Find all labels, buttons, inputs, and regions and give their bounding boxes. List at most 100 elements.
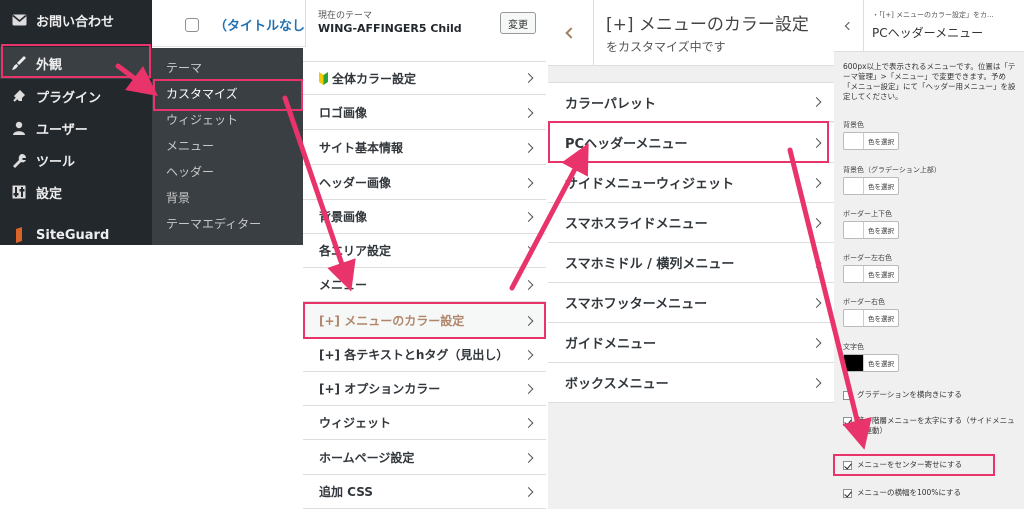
submenu-theme-editor[interactable]: テーマエディター: [166, 215, 261, 232]
item-label: カラーパレット: [565, 96, 656, 112]
menu-item-background-image[interactable]: 背景画像: [303, 200, 546, 234]
check-bold-first-level[interactable]: 第一階層メニューを太字にする（サイドメニュー連動）: [843, 416, 1019, 436]
color-swatch: [844, 133, 864, 149]
item-label: ヘッダー画像: [319, 176, 392, 190]
section-item-sp-footer[interactable]: スマホフッターメニュー: [548, 283, 834, 323]
section-item-palette[interactable]: カラーパレット: [548, 82, 834, 122]
section-item-guide[interactable]: ガイドメニュー: [548, 323, 834, 363]
chevron-right-icon: [811, 217, 822, 228]
menu-item-homepage[interactable]: ホームページ設定: [303, 441, 546, 475]
item-label: スマホフッターメニュー: [565, 297, 708, 312]
menu-item-text-headings[interactable]: [+] 各テキストとhタグ（見出し）: [303, 338, 546, 372]
color-swatch: [844, 222, 864, 238]
brush-icon: [11, 55, 27, 71]
chevron-right-icon: [811, 377, 822, 388]
nav-siteguard-label: SiteGuard: [36, 227, 110, 243]
color-swatch: [844, 310, 864, 326]
menu-item-logo[interactable]: ロゴ画像: [303, 96, 546, 130]
chevron-right-icon: [523, 73, 534, 83]
post-row-checkbox[interactable]: [185, 18, 199, 32]
nav-siteguard[interactable]: SiteGuard: [0, 219, 152, 251]
menu-item-header-image[interactable]: ヘッダー画像: [303, 166, 546, 200]
check-center-menu[interactable]: メニューをセンター寄せにする: [843, 460, 962, 470]
color-select-label: 色を選択: [868, 360, 894, 368]
item-label: メニュー: [319, 278, 368, 292]
menu-item-additional-css[interactable]: 追加 CSS: [303, 475, 546, 509]
nav-tools[interactable]: ツール: [0, 144, 152, 176]
item-label: [+] オプションカラー: [319, 382, 441, 396]
menu-item-menu[interactable]: メニュー: [303, 268, 546, 302]
item-label: [+] メニューのカラー設定: [319, 314, 465, 328]
chevron-right-icon: [811, 137, 822, 148]
nav-appearance[interactable]: 外観: [0, 47, 152, 79]
menu-item-menu-color[interactable]: [+] メニューのカラー設定: [303, 304, 546, 338]
color-swatch: [844, 178, 864, 194]
item-label: グラデーションを横向きにする: [857, 390, 962, 399]
wp-admin-pane: お問い合わせ 外観 プラグイン ユーザー ツール 設定 SiteGuard テー…: [0, 0, 548, 509]
check-gradient-horizontal[interactable]: グラデーションを横向きにする: [843, 390, 962, 400]
color-picker-text[interactable]: 色を選択: [843, 354, 899, 372]
nav-users[interactable]: ユーザー: [0, 112, 152, 144]
color-picker-bg[interactable]: 色を選択: [843, 132, 899, 150]
chevron-right-icon: [811, 257, 822, 268]
panel-back-button[interactable]: [834, 0, 864, 52]
checkbox[interactable]: [843, 461, 852, 470]
chevron-right-icon: [523, 279, 534, 290]
section-item-pc-header[interactable]: PCヘッダーメニュー: [548, 123, 834, 163]
item-label: サイドメニューウィジェット: [565, 177, 735, 192]
change-theme-button[interactable]: 変更: [500, 12, 536, 34]
nav-plugins-label: プラグイン: [36, 90, 102, 106]
post-title-link[interactable]: （タイトルなし）: [214, 15, 318, 34]
color-select-label: 色を選択: [868, 271, 894, 279]
back-button[interactable]: [548, 0, 594, 66]
chevron-right-icon: [523, 107, 534, 118]
submenu-customize[interactable]: カスタマイズ: [166, 85, 238, 102]
mail-icon: [11, 12, 27, 28]
chevron-right-icon: [523, 315, 534, 326]
submenu-menus[interactable]: メニュー: [166, 137, 214, 154]
color-picker-border-tb[interactable]: 色を選択: [843, 221, 899, 239]
submenu-widgets[interactable]: ウィジェット: [166, 111, 238, 128]
nav-users-label: ユーザー: [36, 122, 88, 138]
submenu-background[interactable]: 背景: [166, 189, 190, 206]
menu-item-widgets[interactable]: ウィジェット: [303, 406, 546, 440]
chevron-left-icon: [564, 27, 577, 39]
nav-settings[interactable]: 設定: [0, 176, 152, 208]
menu-item-option-color[interactable]: [+] オプションカラー: [303, 372, 546, 406]
checkbox[interactable]: [843, 417, 852, 426]
pc-header-menu-pane: ・「[+] メニューのカラー設定」をカ... PCヘッダーメニュー 600px以…: [834, 0, 1024, 509]
check-full-width-menu[interactable]: メニューの横幅を100%にする: [843, 488, 961, 498]
nav-contact[interactable]: お問い合わせ: [0, 4, 152, 36]
panel-description: 600px以上で表示されるメニューです。位置は「テーマ管理」>「メニュー」で変更…: [843, 62, 1016, 101]
color-select-label: 色を選択: [868, 138, 894, 146]
submenu-themes[interactable]: テーマ: [166, 59, 202, 76]
checkbox[interactable]: [843, 391, 852, 400]
color-label-gradient: 背景色（グラデーション上部）: [843, 166, 941, 174]
section-item-sp-middle[interactable]: スマホミドル / 横列メニュー: [548, 243, 834, 283]
menu-item-global-color[interactable]: 全体カラー設定: [303, 61, 546, 95]
admin-sidebar: お問い合わせ 外観 プラグイン ユーザー ツール 設定 SiteGuard: [0, 0, 152, 245]
section-header: [+] メニューのカラー設定 をカスタマイズ中です: [548, 0, 834, 66]
wrench-icon: [11, 152, 27, 168]
chevron-right-icon: [811, 97, 822, 107]
section-item-sp-slide[interactable]: スマホスライドメニュー: [548, 203, 834, 243]
nav-plugins[interactable]: プラグイン: [0, 80, 152, 112]
menu-item-area-settings[interactable]: 各エリア設定: [303, 234, 546, 268]
item-label: [+] 各テキストとhタグ（見出し）: [319, 348, 509, 362]
menu-item-site-info[interactable]: サイト基本情報: [303, 131, 546, 165]
item-label: ガイドメニュー: [565, 337, 657, 352]
menu-item-global-color-label: 全体カラー設定: [332, 71, 417, 86]
section-subtitle: をカスタマイズ中です: [606, 40, 726, 54]
section-item-side-widget[interactable]: サイドメニューウィジェット: [548, 163, 834, 203]
submenu-header[interactable]: ヘッダー: [166, 163, 214, 180]
theme-name: WING-AFFINGER5 Child: [318, 22, 462, 35]
menu-color-section-pane: [+] メニューのカラー設定 をカスタマイズ中です カラーパレット PCヘッダー…: [548, 0, 834, 509]
checkbox[interactable]: [843, 489, 852, 498]
section-item-box[interactable]: ボックスメニュー: [548, 363, 834, 403]
top-strip: （タイトルなし） 現在のテーマ WING-AFFINGER5 Child 変更: [152, 0, 548, 47]
color-picker-border-right[interactable]: 色を選択: [843, 309, 899, 327]
color-picker-gradient[interactable]: 色を選択: [843, 177, 899, 195]
item-label: メニューの横幅を100%にする: [857, 488, 962, 497]
theme-info-box: 現在のテーマ WING-AFFINGER5 Child 変更: [305, 0, 548, 47]
color-picker-border-lr[interactable]: 色を選択: [843, 265, 899, 283]
